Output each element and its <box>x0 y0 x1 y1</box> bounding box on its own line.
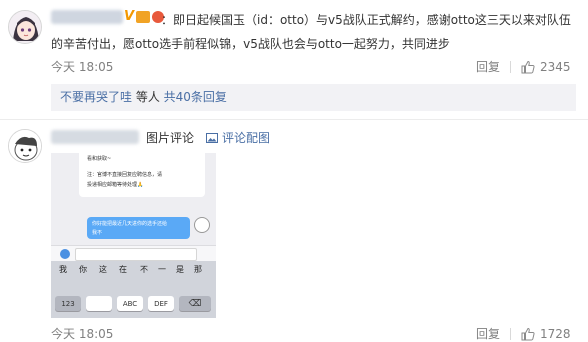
verified-v-icon: V <box>124 9 135 24</box>
thumbs-up-icon[interactable] <box>521 60 535 74</box>
keyboard-key: ABC <box>117 296 143 311</box>
comment-time: 今天 18:05 <box>51 327 114 341</box>
chat-input-bar <box>51 245 216 262</box>
like-count: 1728 <box>540 326 571 341</box>
reply-button[interactable]: 回复 <box>476 325 500 342</box>
comment-divider <box>0 119 588 120</box>
bubble-text: 我不 <box>92 230 103 236</box>
total-replies-link[interactable]: 共40条回复 <box>164 90 227 104</box>
username-blurred[interactable] <box>51 130 139 144</box>
notice-line: 注：官博不直接回复应聘信息，请 <box>87 172 163 178</box>
first-reply-user-link[interactable]: 不要再哭了哇 <box>60 90 132 104</box>
candidate-word: 你 <box>79 265 87 274</box>
keyboard: 我 你 这 在 不 一 是 那 123 ABC DEF ⌫ <box>51 261 216 318</box>
image-icon <box>206 132 218 143</box>
backspace-key: ⌫ <box>179 296 211 311</box>
cartoon-avatar-image <box>9 130 41 162</box>
candidate-word: 不 <box>140 265 148 274</box>
comment-image[interactable]: 看和获取~ 注：官博不直接回复应聘信息，请 投递相应邮箱等待处理🙏 你好能把最近… <box>51 153 216 318</box>
comment-time: 今天 18:05 <box>51 60 114 74</box>
notice-line: 投递相应邮箱等待处理🙏 <box>87 182 144 188</box>
avatar[interactable] <box>8 129 42 163</box>
thumbs-up-icon[interactable] <box>521 327 535 341</box>
candidate-word: 一 <box>158 265 166 274</box>
comment-actions: 回复 2345 <box>476 58 571 75</box>
image-comment-link[interactable]: 评论配图 <box>206 129 270 146</box>
level-badge-icon <box>136 10 151 23</box>
notice-card: 看和获取~ 注：官博不直接回复应聘信息，请 投递相应邮箱等待处理🙏 <box>79 153 205 197</box>
avatar[interactable] <box>8 10 42 44</box>
reply-button[interactable]: 回复 <box>476 58 500 75</box>
input-box <box>75 248 197 261</box>
candidate-word: 在 <box>119 265 127 274</box>
voice-icon <box>60 249 70 259</box>
comment-text-line2: 的辛苦付出，愿otto选手前程似锦，v5战队也会与otto一起努力，共同进步 <box>51 37 450 51</box>
chat-avatar <box>194 217 210 233</box>
anime-avatar-image <box>9 11 41 43</box>
comment-actions: 回复 1728 <box>476 325 571 342</box>
candidate-word: 这 <box>99 265 107 274</box>
username-blurred[interactable] <box>51 10 123 24</box>
comment-text-line1: ：即日起候国玉（id：otto）与v5战队正式解约，感谢otto这三天以来对队伍 <box>161 13 571 27</box>
reply-middle-text: 等人 <box>132 90 164 104</box>
verified-badge: V <box>124 9 165 24</box>
candidate-word: 我 <box>59 265 67 274</box>
divider <box>510 60 512 73</box>
keyboard-key <box>86 296 112 311</box>
candidate-word: 那 <box>194 265 202 274</box>
like-count: 2345 <box>540 59 571 74</box>
image-comment-tag: 图片评论 <box>146 131 195 145</box>
notice-line: 看和获取~ <box>87 156 112 162</box>
bubble-text: 你好能把最近几天进你的选手还给 <box>92 221 168 227</box>
keyboard-key: DEF <box>148 296 174 311</box>
keyboard-key: 123 <box>55 296 81 311</box>
candidate-word: 是 <box>176 265 184 274</box>
chat-bubble: 你好能把最近几天进你的选手还给 我不 <box>87 217 190 239</box>
divider <box>510 327 512 340</box>
reply-summary-bar[interactable]: 不要再哭了哇 等人 共40条回复 <box>51 84 576 111</box>
